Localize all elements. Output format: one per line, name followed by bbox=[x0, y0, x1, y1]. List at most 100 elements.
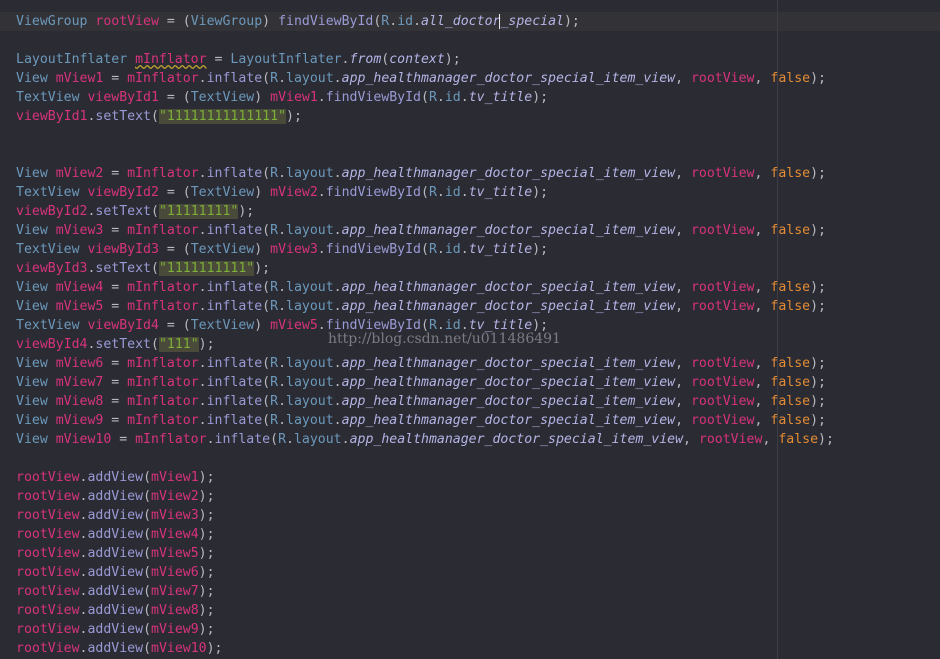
code-token: layout bbox=[293, 432, 342, 447]
code-token: ( bbox=[143, 603, 152, 618]
code-token: = bbox=[103, 299, 128, 314]
code-line[interactable]: View mView10 = mInflator.inflate(R.layou… bbox=[16, 430, 834, 449]
code-token: inflate bbox=[206, 299, 263, 314]
code-token: ); bbox=[818, 432, 834, 447]
code-token: mView2 bbox=[270, 185, 318, 200]
code-line[interactable]: LayoutInflater mInflator = LayoutInflate… bbox=[16, 50, 461, 69]
code-token: layout bbox=[286, 299, 334, 314]
code-token: app_healthmanager_doctor_special_item_vi… bbox=[349, 432, 684, 447]
code-token: R bbox=[428, 90, 437, 105]
code-token: = ( bbox=[158, 242, 191, 257]
code-token: tv_title bbox=[468, 185, 533, 200]
code-token: TextView bbox=[16, 318, 88, 333]
code-line[interactable]: rootView.addView(mView3); bbox=[16, 506, 215, 525]
code-token: , bbox=[675, 375, 691, 390]
code-token: . bbox=[198, 413, 207, 428]
code-token: . bbox=[198, 394, 207, 409]
code-token: id bbox=[444, 185, 461, 200]
code-token: rootView bbox=[690, 223, 755, 238]
code-token: rootView bbox=[16, 603, 80, 618]
code-token: setText bbox=[95, 204, 151, 219]
code-line[interactable]: View mView7 = mInflator.inflate(R.layout… bbox=[16, 373, 826, 392]
code-line[interactable]: rootView.addView(mView7); bbox=[16, 582, 215, 601]
code-line[interactable]: rootView.addView(mView8); bbox=[16, 601, 215, 620]
code-token: ( bbox=[421, 185, 429, 200]
code-token: ( bbox=[143, 565, 152, 580]
code-token: layout bbox=[286, 394, 334, 409]
code-token: false bbox=[770, 223, 811, 238]
code-token: ); bbox=[532, 242, 549, 257]
code-token: rootView bbox=[16, 565, 80, 580]
code-token: ); bbox=[198, 546, 215, 561]
code-token: , bbox=[683, 432, 699, 447]
code-line[interactable]: rootView.addView(mView4); bbox=[16, 525, 215, 544]
code-token: , bbox=[754, 299, 771, 314]
code-token: LayoutInflater bbox=[230, 52, 342, 67]
code-token: , bbox=[675, 280, 691, 295]
code-token: , bbox=[675, 413, 691, 428]
code-line[interactable]: rootView.addView(mView10); bbox=[16, 639, 222, 658]
code-token: ); bbox=[198, 470, 215, 485]
code-token: ( bbox=[143, 584, 152, 599]
code-token: ); bbox=[198, 603, 215, 618]
code-token: false bbox=[770, 413, 811, 428]
code-line[interactable]: viewById3.setText("1111111111"); bbox=[16, 259, 270, 278]
code-token: ) bbox=[254, 242, 271, 257]
code-line[interactable]: TextView viewById2 = (TextView) mView2.f… bbox=[16, 183, 548, 202]
code-token: ( bbox=[262, 299, 271, 314]
code-token: , bbox=[762, 432, 779, 447]
code-token: id bbox=[397, 14, 414, 29]
code-token: ( bbox=[262, 166, 271, 181]
code-token: false bbox=[770, 375, 811, 390]
code-token: app_healthmanager_doctor_special_item_vi… bbox=[341, 394, 676, 409]
code-token: R bbox=[270, 375, 279, 390]
code-token: rootView bbox=[16, 470, 80, 485]
code-line[interactable]: viewById1.setText("11111111111111"); bbox=[16, 107, 302, 126]
code-line[interactable]: rootView.addView(mView2); bbox=[16, 487, 215, 506]
code-line[interactable]: View mView8 = mInflator.inflate(R.layout… bbox=[16, 392, 826, 411]
code-editor[interactable]: ViewGroup rootView = (ViewGroup) findVie… bbox=[0, 0, 940, 659]
code-token: rootView bbox=[690, 375, 755, 390]
code-token: R bbox=[270, 280, 279, 295]
code-line[interactable]: rootView.addView(mView6); bbox=[16, 563, 215, 582]
code-line[interactable]: View mView4 = mInflator.inflate(R.layout… bbox=[16, 278, 826, 297]
code-token: rootView bbox=[690, 394, 755, 409]
code-token: setText bbox=[95, 261, 151, 276]
code-token: mView7 bbox=[55, 375, 104, 390]
code-line[interactable]: TextView viewById3 = (TextView) mView3.f… bbox=[16, 240, 548, 259]
code-token: ); bbox=[198, 508, 215, 523]
code-line[interactable]: rootView.addView(mView9); bbox=[16, 620, 215, 639]
code-token: mView8 bbox=[55, 394, 104, 409]
code-token: app_healthmanager_doctor_special_item_vi… bbox=[341, 223, 676, 238]
code-token: R bbox=[270, 413, 279, 428]
code-line[interactable]: TextView viewById1 = (TextView) mView1.f… bbox=[16, 88, 548, 107]
code-token: mView6 bbox=[55, 356, 104, 371]
code-line[interactable]: viewById4.setText("111"); bbox=[16, 335, 215, 354]
code-token: = ( bbox=[158, 185, 191, 200]
code-line[interactable]: View mView1 = mInflator.inflate(R.layout… bbox=[16, 69, 826, 88]
code-token: ViewGroup bbox=[16, 14, 96, 29]
code-token: context bbox=[389, 52, 445, 67]
code-token: layout bbox=[286, 280, 334, 295]
code-token: TextView bbox=[16, 242, 88, 257]
code-token: ) bbox=[254, 318, 271, 333]
code-line[interactable]: viewById2.setText("11111111"); bbox=[16, 202, 254, 221]
code-line[interactable]: rootView.addView(mView5); bbox=[16, 544, 215, 563]
code-token: ( bbox=[143, 470, 152, 485]
code-token: mInflator bbox=[127, 223, 199, 238]
code-line[interactable]: View mView2 = mInflator.inflate(R.layout… bbox=[16, 164, 826, 183]
code-token: ); bbox=[198, 527, 215, 542]
code-token: mView2 bbox=[55, 166, 104, 181]
code-line[interactable]: ViewGroup rootView = (ViewGroup) findVie… bbox=[16, 12, 580, 31]
code-line[interactable]: View mView3 = mInflator.inflate(R.layout… bbox=[16, 221, 826, 240]
code-line[interactable]: View mView6 = mInflator.inflate(R.layout… bbox=[16, 354, 826, 373]
code-token: mView10 bbox=[55, 432, 112, 447]
code-token: ( bbox=[270, 432, 279, 447]
code-token: addView bbox=[87, 641, 144, 656]
code-line[interactable]: View mView5 = mInflator.inflate(R.layout… bbox=[16, 297, 826, 316]
code-token: ); bbox=[198, 489, 215, 504]
code-line[interactable]: rootView.addView(mView1); bbox=[16, 468, 215, 487]
code-token: ); bbox=[198, 584, 215, 599]
code-token: viewById3 bbox=[16, 261, 88, 276]
code-line[interactable]: View mView9 = mInflator.inflate(R.layout… bbox=[16, 411, 826, 430]
